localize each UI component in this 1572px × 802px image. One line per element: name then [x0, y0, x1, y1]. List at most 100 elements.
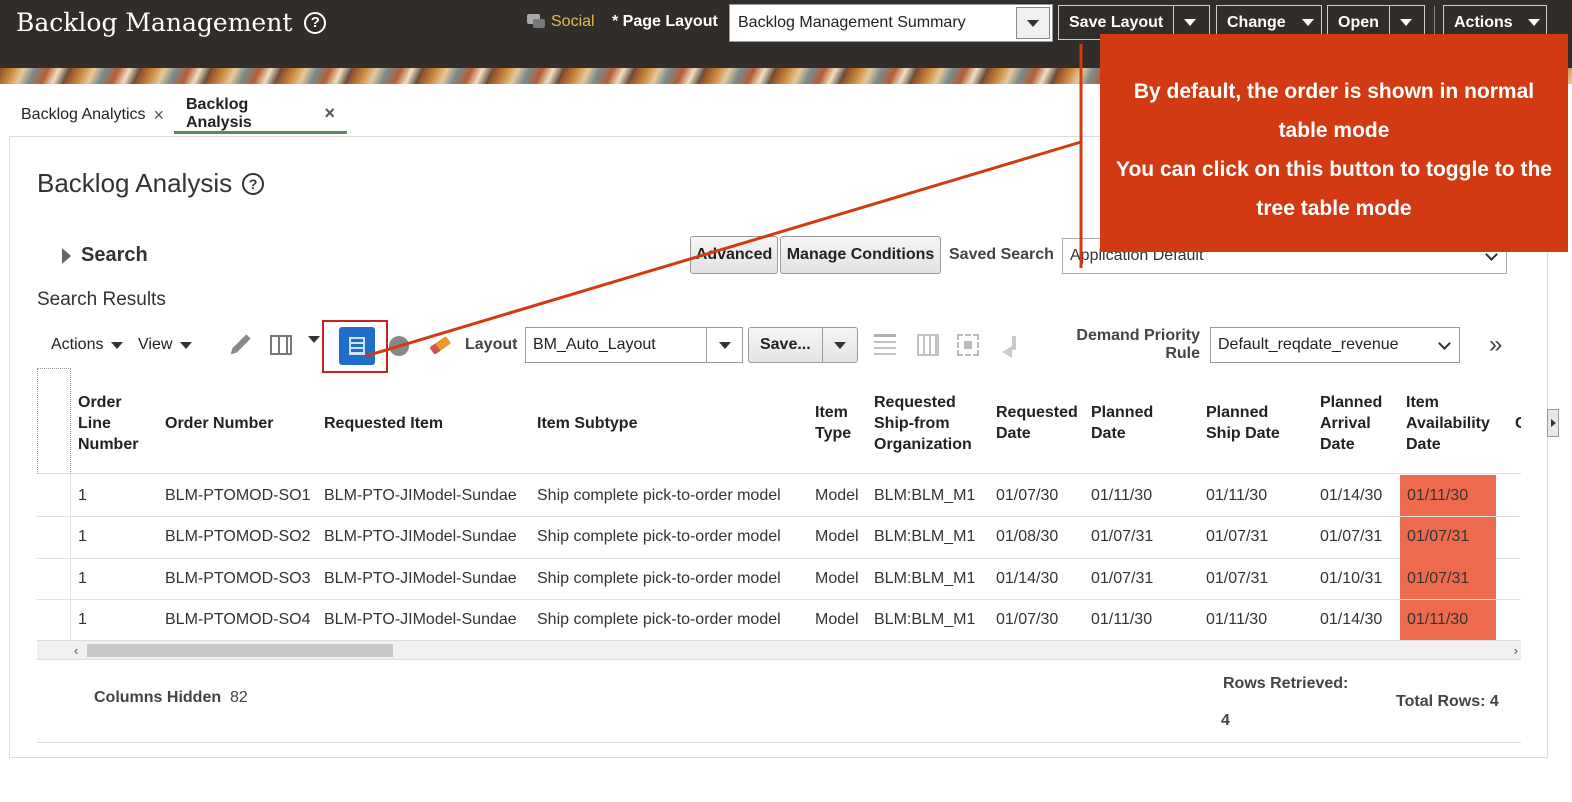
column-header[interactable]: Planned Date [1091, 388, 1191, 458]
layout-select[interactable]: BM_Auto_Layout [525, 327, 743, 363]
table-cell: Ship complete pick-to-order model [537, 528, 781, 545]
column-header[interactable]: Planned Arrival Date [1320, 388, 1400, 458]
view-menu-label: View [138, 336, 173, 353]
table-row[interactable]: 1 BLM-PTOMOD-SO1 BLM-PTO-JIModel-Sundae Shi… [37, 475, 1521, 517]
chevron-down-icon [180, 341, 193, 349]
table-cell: 01/07/30 [996, 611, 1059, 628]
scroll-right-icon[interactable]: › [1514, 643, 1518, 658]
page-layout-label: * Page Layout [612, 13, 718, 30]
page-layout-select[interactable]: Backlog Management Summary [729, 4, 1053, 42]
expand-panel-tab[interactable] [1547, 409, 1559, 437]
social-label: Social [551, 13, 595, 30]
scroll-left-icon[interactable]: ‹ [74, 643, 78, 658]
column-header[interactable]: Order Number [165, 388, 315, 458]
manage-conditions-button[interactable]: Manage Conditions [780, 236, 941, 274]
callout-line: tree table mode [1256, 197, 1412, 220]
rows-retrieved-value: 4 [1221, 712, 1230, 729]
actions-menu[interactable]: Actions [51, 336, 124, 354]
table-cell: 01/14/30 [996, 569, 1059, 587]
table-cell: Ship complete pick-to-order model [537, 486, 781, 504]
annotation-callout: By default, the order is shown in normal… [1100, 34, 1568, 252]
tab-backlog-analysis[interactable]: Backlog Analysis × [174, 96, 347, 134]
page-layout-dropdown-icon[interactable] [1016, 7, 1050, 39]
table-cell: 01/11/30 [1400, 475, 1496, 516]
table-cell: Model [815, 569, 859, 587]
table-cell: BLM-PTOMOD-SO1 [165, 486, 311, 504]
table-header: Order Line Number Order Number Requested… [37, 368, 1521, 474]
column-header[interactable]: C [1515, 388, 1521, 458]
column-header[interactable]: Item Subtype [537, 388, 797, 458]
table-cell: BLM-PTO-JIModel-Sundae [324, 486, 517, 504]
table-row[interactable]: 1 BLM-PTOMOD-SO4 BLM-PTO-JIModel-Sundae Shi… [37, 599, 1521, 642]
close-icon[interactable]: × [154, 105, 165, 126]
table-cell: BLM-PTOMOD-SO4 [165, 611, 311, 628]
row-selector[interactable] [37, 599, 71, 641]
freeze-icon[interactable] [917, 334, 939, 356]
columns-menu[interactable] [308, 336, 320, 343]
wrap-icon[interactable] [1000, 334, 1022, 358]
table-cell: 01/11/30 [1091, 611, 1153, 628]
demand-priority-value: Default_reqdate_revenue [1218, 336, 1399, 353]
layout-value: BM_Auto_Layout [533, 336, 656, 353]
layout-label: Layout [465, 336, 518, 353]
table-cell: 1 [78, 569, 87, 587]
column-header[interactable]: Requested Ship-from Organization [874, 388, 988, 458]
table-row[interactable]: 1 BLM-PTOMOD-SO2 BLM-PTO-JIModel-Sundae Shi… [37, 516, 1521, 559]
social-link[interactable]: Social [527, 13, 595, 31]
row-selector[interactable] [37, 516, 71, 558]
tab-label: Backlog Analysis [186, 95, 252, 131]
scrollbar-thumb[interactable] [87, 644, 393, 657]
table-cell: 01/11/30 [1091, 486, 1153, 504]
table-row[interactable]: 1 BLM-PTOMOD-SO3 BLM-PTO-JIModel-Sundae Shi… [37, 558, 1521, 600]
table-cell: BLM-PTOMOD-SO2 [165, 528, 311, 545]
view-menu[interactable]: View [138, 336, 193, 354]
table-cell: BLM-PTO-JIModel-Sundae [324, 569, 517, 587]
column-header[interactable]: Requested Date [996, 388, 1088, 458]
footer-divider [37, 742, 1521, 743]
column-header[interactable]: Planned Ship Date [1206, 388, 1306, 458]
advanced-button[interactable]: Advanced [690, 236, 778, 274]
detach-icon[interactable] [957, 334, 979, 356]
table-cell: BLM-PTOMOD-SO3 [165, 569, 311, 587]
expand-more-icon[interactable]: » [1489, 333, 1502, 357]
tree-table-toggle-button[interactable] [339, 327, 375, 365]
demand-priority-select[interactable]: Default_reqdate_revenue [1210, 327, 1460, 363]
table-cell: 01/07/31 [1091, 528, 1154, 545]
column-header[interactable]: Order Line Number [78, 388, 158, 458]
column-header[interactable]: Requested Item [324, 388, 524, 458]
column-header[interactable]: Item Type [815, 388, 867, 458]
column-header[interactable]: Item Availability Date [1406, 388, 1502, 458]
row-selector[interactable] [37, 475, 71, 516]
tree-table-toggle-icon [349, 337, 365, 355]
rows-retrieved-label: Rows Retrieved: [1223, 675, 1349, 692]
table-cell: 01/07/31 [1320, 528, 1383, 545]
horizontal-scrollbar[interactable]: ‹ › [37, 640, 1521, 660]
tab-backlog-analytics[interactable]: Backlog Analytics × [21, 96, 164, 134]
table-columns-icon[interactable] [270, 335, 292, 355]
total-rows: Total Rows: 4 [1396, 693, 1499, 710]
table-cell: Ship complete pick-to-order model [537, 569, 781, 587]
help-icon[interactable]: ? [242, 172, 265, 195]
chevron-down-icon [1438, 337, 1451, 350]
refresh-icon[interactable] [389, 336, 409, 356]
table-cell: 01/11/30 [1206, 486, 1268, 504]
page-layout-value: Backlog Management Summary [738, 14, 966, 31]
close-icon[interactable]: × [324, 103, 335, 124]
select-column-header[interactable] [37, 368, 71, 474]
table-cell: 1 [78, 486, 87, 504]
layout-dropdown-icon[interactable] [706, 328, 742, 362]
table-cell: 01/14/30 [1320, 486, 1383, 504]
row-selector[interactable] [37, 558, 71, 599]
disclosure-triangle-icon [62, 247, 71, 264]
table-cell: 01/07/31 [1091, 569, 1154, 587]
query-by-example-icon[interactable] [874, 334, 896, 356]
search-results-title: Search Results [37, 289, 166, 310]
layout-save-button[interactable]: Save... [748, 327, 858, 363]
search-disclosure[interactable]: Search [62, 244, 148, 267]
table-cell: Model [815, 528, 859, 545]
callout-line: table mode [1278, 119, 1390, 142]
actions-menu-label: Actions [51, 336, 104, 353]
layout-save-dropdown-icon[interactable] [821, 328, 857, 362]
search-label: Search [81, 244, 148, 266]
help-icon[interactable]: ? [304, 11, 327, 34]
